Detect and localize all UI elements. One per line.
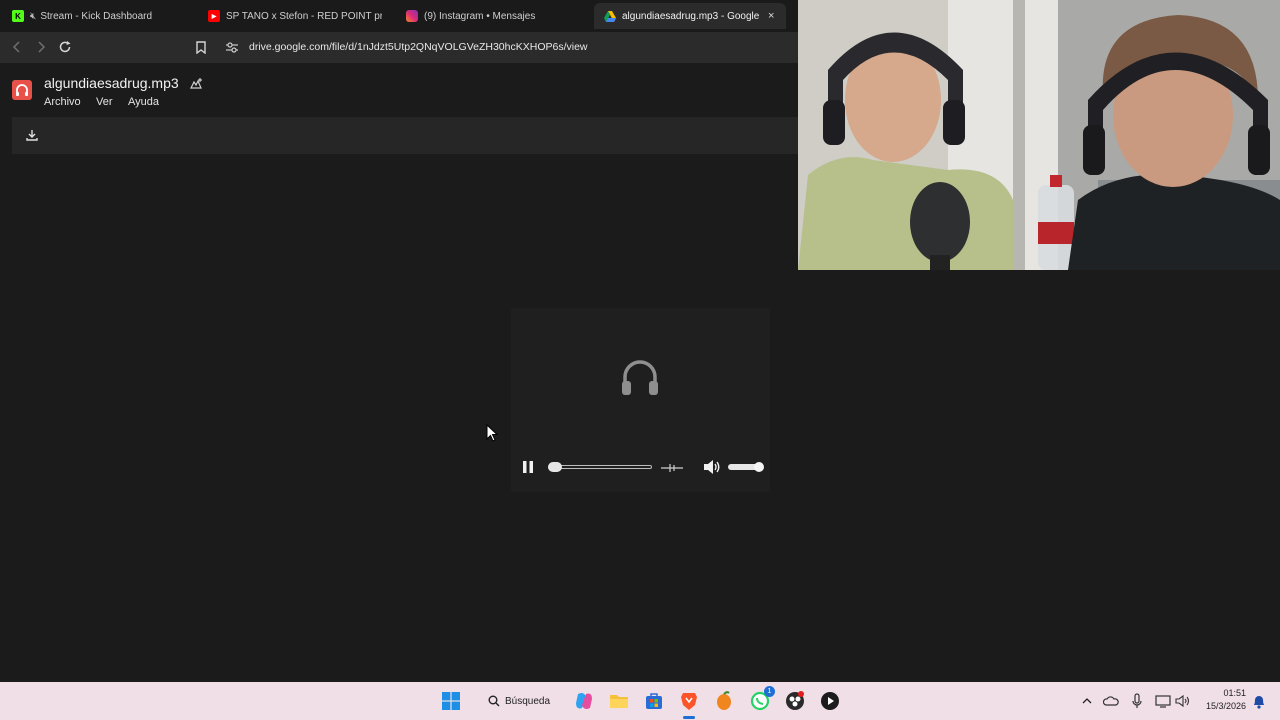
google-drive-icon <box>604 10 616 22</box>
muted-icon: 🔇︎ <box>30 10 37 22</box>
media-player-icon[interactable] <box>819 690 841 712</box>
menu-ver[interactable]: Ver <box>96 96 113 108</box>
address-bar[interactable]: drive.google.com/file/d/1nJdzt5Utp2QNqVO… <box>218 35 794 59</box>
webcam-overlay <box>798 0 1280 270</box>
browser-tab-strip: K 🔇︎ Stream - Kick Dashboard ▶ SP TANO x… <box>0 0 798 32</box>
fl-studio-icon[interactable] <box>713 690 735 712</box>
audio-player <box>511 308 770 492</box>
menu-archivo[interactable]: Archivo <box>44 96 81 108</box>
forward-button[interactable] <box>32 38 50 56</box>
audio-file-icon <box>12 80 32 100</box>
search-label: Búsqueda <box>505 695 551 707</box>
back-button[interactable] <box>8 38 26 56</box>
url-text: drive.google.com/file/d/1nJdzt5Utp2QNqVO… <box>249 41 588 53</box>
microphone-icon[interactable] <box>1126 690 1148 712</box>
tab-instagram[interactable]: (9) Instagram • Mensajes <box>396 3 592 29</box>
notifications-bell-icon[interactable] <box>1248 690 1270 712</box>
active-app-indicator <box>683 716 695 719</box>
headphones-icon <box>620 357 660 404</box>
system-clock[interactable]: 01:51 15/3/2026 <box>1206 687 1246 713</box>
network-icon[interactable] <box>1152 690 1174 712</box>
tab-title: Stream - Kick Dashboard <box>40 10 153 22</box>
drive-action-bar <box>12 117 798 154</box>
volume-slider[interactable] <box>728 462 764 472</box>
add-shortcut-icon[interactable] <box>189 77 203 93</box>
webcam-image <box>798 0 1280 270</box>
tab-youtube[interactable]: ▶ SP TANO x Stefon - RED POINT prod. <box>198 3 394 29</box>
seek-slider[interactable] <box>548 462 652 472</box>
speaker-icon[interactable] <box>1172 690 1194 712</box>
close-tab-icon[interactable]: × <box>768 10 774 22</box>
windows-taskbar: Búsqueda 1 01:51 15/3/2026 <box>0 682 1280 720</box>
instagram-icon <box>406 10 418 22</box>
volume-icon <box>704 460 720 474</box>
microsoft-store-icon[interactable] <box>643 690 665 712</box>
whatsapp-icon[interactable]: 1 <box>749 686 775 712</box>
menu-ayuda[interactable]: Ayuda <box>128 96 159 108</box>
volume-button[interactable] <box>703 459 721 475</box>
download-icon <box>26 130 38 141</box>
tab-title: SP TANO x Stefon - RED POINT prod. <box>226 10 382 22</box>
file-explorer-icon[interactable] <box>608 690 630 712</box>
whatsapp-badge: 1 <box>764 686 775 697</box>
pause-icon <box>523 461 533 473</box>
file-title: algundiaesadrug.mp3 <box>44 75 203 93</box>
copilot-icon[interactable] <box>573 690 595 712</box>
search-icon <box>488 695 500 707</box>
brave-browser-icon[interactable] <box>678 690 700 712</box>
start-button[interactable] <box>440 690 462 712</box>
tab-title: (9) Instagram • Mensajes <box>424 10 536 22</box>
site-settings-icon[interactable] <box>226 41 240 53</box>
pause-button[interactable] <box>521 460 535 474</box>
windows-logo-icon <box>442 692 460 710</box>
mouse-cursor-icon <box>486 423 499 447</box>
bookmark-button[interactable] <box>192 38 210 56</box>
clock-date: 15/3/2026 <box>1205 701 1246 711</box>
seek-handle[interactable] <box>548 462 562 472</box>
taskbar-search[interactable]: Búsqueda <box>478 687 566 715</box>
tab-google-drive[interactable]: algundiaesadrug.mp3 - Google D × <box>594 3 786 29</box>
volume-handle[interactable] <box>754 462 764 472</box>
playback-speed-icon[interactable] <box>661 461 683 473</box>
youtube-icon: ▶ <box>208 10 220 22</box>
show-hidden-icons-chevron-icon[interactable] <box>1076 690 1098 712</box>
browser-toolbar: drive.google.com/file/d/1nJdzt5Utp2QNqVO… <box>0 32 798 63</box>
onedrive-icon[interactable] <box>1100 690 1122 712</box>
clock-time: 01:51 <box>1223 688 1246 698</box>
tab-kick-dashboard[interactable]: K 🔇︎ Stream - Kick Dashboard <box>2 3 198 29</box>
obs-recording-icon[interactable] <box>784 690 806 712</box>
file-name-text: algundiaesadrug.mp3 <box>44 75 179 91</box>
download-button[interactable] <box>24 127 40 143</box>
reload-button[interactable] <box>56 38 74 56</box>
kick-icon: K <box>12 10 24 22</box>
tab-title: algundiaesadrug.mp3 - Google D <box>622 10 762 22</box>
